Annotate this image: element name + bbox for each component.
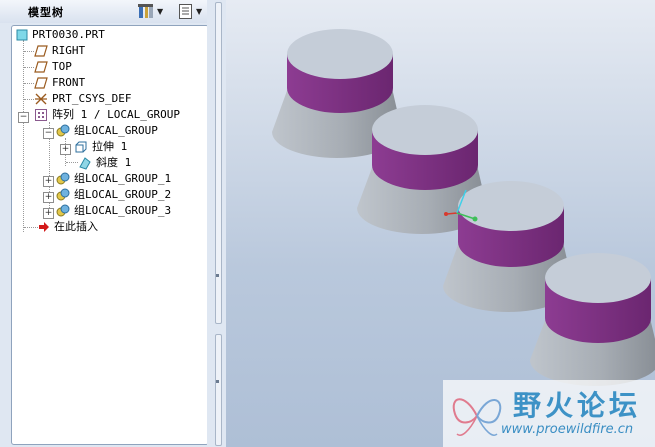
insert-here-icon xyxy=(39,222,49,232)
group-icon xyxy=(56,204,70,217)
tree-item-pattern[interactable]: 阵列 1 / LOCAL_GROUP xyxy=(34,107,180,123)
tree-item-top[interactable]: TOP xyxy=(34,59,72,75)
grip-dot xyxy=(216,380,219,383)
tree-item-label: 拉伸 1 xyxy=(92,140,128,153)
datum-plane-icon xyxy=(34,77,48,89)
tree-item-label: TOP xyxy=(52,60,72,73)
group-icon xyxy=(56,124,70,137)
tree-connector xyxy=(66,162,78,163)
pattern-icon xyxy=(35,109,47,121)
tree-item-label: 组LOCAL_GROUP xyxy=(74,124,158,137)
splitter-handle[interactable] xyxy=(215,334,222,446)
csys-icon xyxy=(35,93,47,105)
model-tree-panel: 模型树 ▼ ▼ PRT0030.PRT RIGHT TOP FRONT PRT_… xyxy=(0,0,226,447)
tree-item-part[interactable]: PRT0030.PRT xyxy=(16,27,105,43)
group-icon xyxy=(56,188,70,201)
datum-plane-icon xyxy=(34,61,48,73)
tree-item-label: 组LOCAL_GROUP_2 xyxy=(74,188,172,201)
tree-item-group[interactable]: 组LOCAL_GROUP xyxy=(56,123,158,139)
tree-item-label: PRT_CSYS_DEF xyxy=(52,92,132,105)
collapse-toggle[interactable]: − xyxy=(43,128,54,139)
group-icon xyxy=(56,172,70,185)
tree-settings-button[interactable]: ▼ xyxy=(137,2,163,21)
tree-item-front[interactable]: FRONT xyxy=(34,75,85,91)
tree-item-label: 组LOCAL_GROUP_3 xyxy=(74,204,172,217)
drafted-cylinder-4[interactable] xyxy=(530,253,655,386)
tree-connector xyxy=(23,40,24,232)
part-icon xyxy=(16,29,28,41)
tree-item-extrude[interactable]: 拉伸 1 xyxy=(74,139,127,155)
tree-item-label: 在此插入 xyxy=(54,220,98,233)
model-tree-title: 模型树 xyxy=(28,6,64,19)
butterfly-logo-icon xyxy=(452,398,502,436)
extrude-icon xyxy=(75,141,87,153)
model-tree-header: 模型树 ▼ ▼ xyxy=(0,0,226,23)
chevron-down-icon: ▼ xyxy=(196,7,203,16)
grip-dot xyxy=(216,274,219,277)
tree-connector xyxy=(24,99,34,100)
tree-columns-button[interactable]: ▼ xyxy=(178,2,202,21)
tree-item-group-1[interactable]: 组LOCAL_GROUP_1 xyxy=(56,171,171,187)
tree-item-csys[interactable]: PRT_CSYS_DEF xyxy=(34,91,131,107)
expand-toggle[interactable]: + xyxy=(43,208,54,219)
expand-toggle[interactable]: + xyxy=(60,144,71,155)
model-tree: PRT0030.PRT RIGHT TOP FRONT PRT_CSYS_DEF xyxy=(11,25,209,445)
expand-toggle[interactable]: + xyxy=(43,192,54,203)
tree-item-label: 阵列 1 / LOCAL_GROUP xyxy=(52,108,180,121)
chevron-down-icon: ▼ xyxy=(157,7,164,16)
site-watermark: 野火论坛 www.proewildfire.cn xyxy=(443,380,655,447)
tree-item-group-2[interactable]: 组LOCAL_GROUP_2 xyxy=(56,187,171,203)
tree-item-group-3[interactable]: 组LOCAL_GROUP_3 xyxy=(56,203,171,219)
tree-item-label: PRT0030.PRT xyxy=(32,28,105,41)
tree-connector xyxy=(24,227,38,228)
panel-splitter[interactable] xyxy=(207,0,226,447)
tree-item-right[interactable]: RIGHT xyxy=(34,43,85,59)
watermark-url: www.proewildfire.cn xyxy=(501,422,634,437)
tree-connector xyxy=(24,51,34,52)
tree-connector xyxy=(24,83,34,84)
draft-icon xyxy=(79,157,91,170)
expand-toggle[interactable]: + xyxy=(43,176,54,187)
tree-item-insert-here[interactable]: 在此插入 xyxy=(38,219,98,235)
tree-item-label: RIGHT xyxy=(52,44,86,57)
collapse-toggle[interactable]: − xyxy=(18,112,29,123)
list-settings-icon xyxy=(179,4,192,19)
tree-connector xyxy=(24,67,34,68)
tools-icon xyxy=(138,4,153,18)
watermark-title: 野火论坛 xyxy=(513,389,642,422)
tree-item-label: 组LOCAL_GROUP_1 xyxy=(74,172,172,185)
datum-plane-icon xyxy=(34,45,48,57)
tree-item-draft[interactable]: 斜度 1 xyxy=(78,155,131,171)
tree-item-label: FRONT xyxy=(52,76,86,89)
tree-item-label: 斜度 1 xyxy=(96,156,132,169)
